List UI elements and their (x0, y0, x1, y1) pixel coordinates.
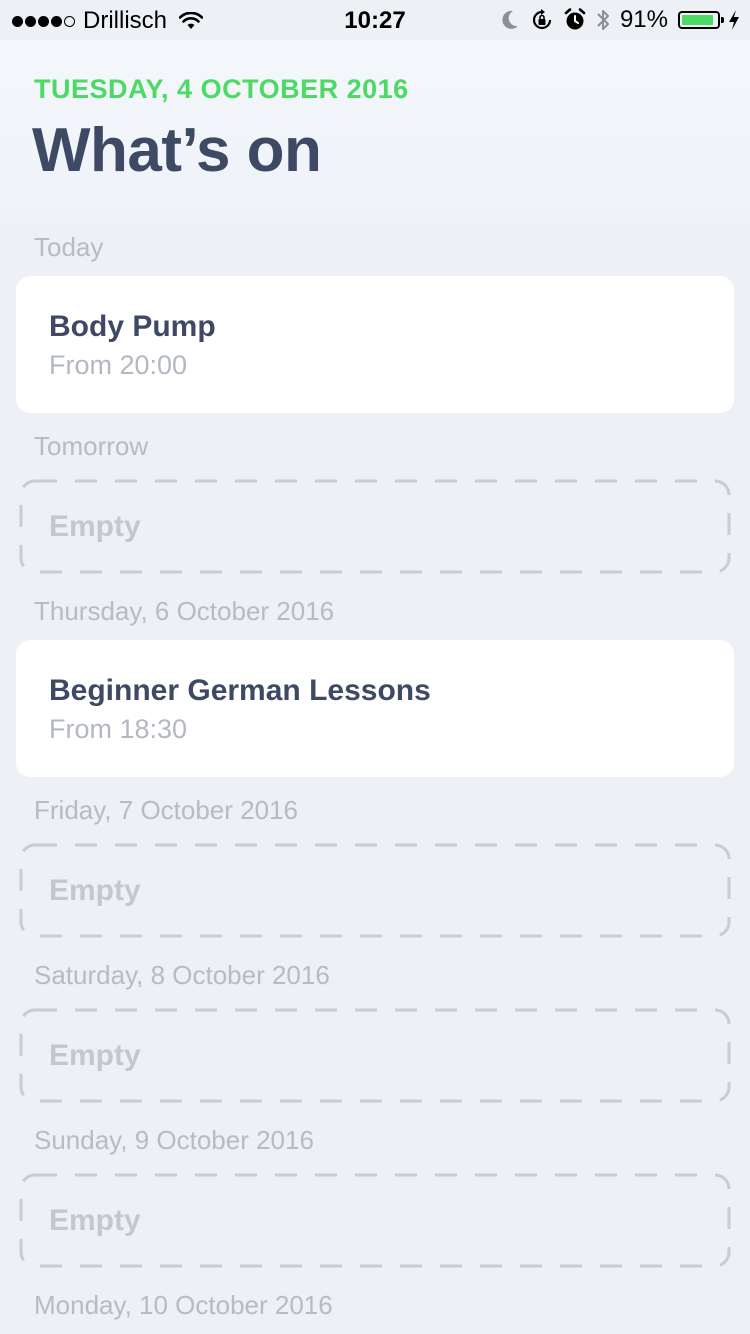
page-title: What’s on (32, 116, 322, 185)
event-time: From 18:30 (49, 714, 188, 744)
status-bar: Drillisch 10:27 91% (0, 0, 750, 40)
day-label-saturday: Saturday, 8 October 2016 (34, 960, 330, 990)
battery-icon (678, 11, 724, 29)
day-label-friday: Friday, 7 October 2016 (34, 795, 298, 825)
empty-slot-saturday[interactable]: Empty (19, 1008, 731, 1103)
empty-slot-sunday[interactable]: Empty (19, 1173, 731, 1268)
event-card-body-pump[interactable]: Body Pump From 20:00 (16, 276, 734, 413)
bolt-icon (729, 10, 739, 30)
moon-icon (502, 10, 518, 29)
event-title: Beginner German Lessons (49, 674, 431, 707)
battery-percent: 91% (619, 6, 668, 33)
alarm-icon (564, 8, 586, 30)
status-right: 91% (500, 6, 740, 34)
day-label-monday: Monday, 10 October 2016 (34, 1290, 333, 1320)
header: TUESDAY, 4 OCTOBER 2016 What’s on (0, 40, 750, 223)
event-time: From 20:00 (49, 350, 188, 380)
event-title: Body Pump (49, 310, 216, 343)
day-label-sunday: Sunday, 9 October 2016 (34, 1125, 314, 1155)
empty-slot-tomorrow[interactable]: Empty (19, 479, 731, 574)
empty-label: Empty (49, 1204, 141, 1237)
empty-label: Empty (49, 1039, 141, 1072)
battery-level-fill (682, 15, 713, 25)
empty-slot-friday[interactable]: Empty (19, 843, 731, 938)
rotation-lock-icon (532, 9, 552, 30)
event-card-german-lessons[interactable]: Beginner German Lessons From 18:30 (16, 640, 734, 777)
day-label-today: Today (34, 232, 104, 262)
bluetooth-icon (597, 10, 609, 30)
header-date: TUESDAY, 4 OCTOBER 2016 (34, 74, 409, 104)
empty-label: Empty (49, 510, 141, 543)
day-label-thursday: Thursday, 6 October 2016 (34, 596, 335, 626)
day-label-tomorrow: Tomorrow (34, 431, 149, 461)
empty-label: Empty (49, 874, 141, 907)
